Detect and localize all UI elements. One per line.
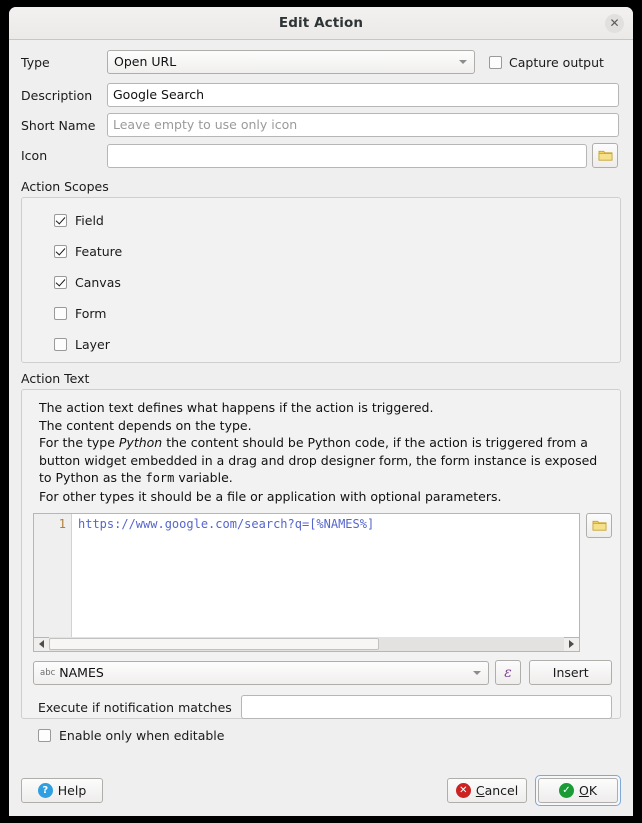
type-combobox-value: Open URL [114,54,177,69]
cancel-icon: ✕ [455,782,471,798]
scope-item-field[interactable]: Field [54,209,620,231]
short-name-label: Short Name [21,117,96,133]
chevron-down-icon [472,670,481,675]
icon-row: Icon [21,143,621,168]
dialog-title: Edit Action [278,15,364,31]
scope-label-layer: Layer [75,336,110,352]
capture-output-label: Capture output [509,54,604,70]
capture-output-checkbox[interactable] [489,55,502,69]
editor-row: 1 https://www.google.com/search?q=[%NAME… [22,513,620,652]
scope-item-feature[interactable]: Feature [54,240,620,262]
cancel-button[interactable]: ✕ Cancel [447,777,527,803]
field-combobox[interactable]: abc NAMES [33,660,489,685]
insert-button[interactable]: Insert [529,660,612,685]
type-row: Type Open URL Capture output [21,50,621,74]
action-scopes-section: Action Scopes Field Feature Canvas Form [21,179,621,363]
enable-editable-checkbox[interactable] [38,729,51,742]
dialog-footer: ? Help ✕ Cancel ✓ OK [21,774,621,806]
enable-editable-label: Enable only when editable [59,728,225,743]
type-label: Type [21,54,50,70]
enable-editable-row[interactable]: Enable only when editable [22,719,620,743]
ok-button-label: OK [578,782,598,798]
editor-code-text[interactable]: https://www.google.com/search?q=[%NAMES%… [72,514,579,637]
action-scopes-group: Field Feature Canvas Form Layer [21,197,621,363]
scope-item-form[interactable]: Form [54,302,620,324]
description-row: Description Google Search [21,83,621,107]
scroll-right-icon[interactable] [564,637,579,651]
description-label: Description [21,87,93,103]
icon-browse-button[interactable] [592,143,618,168]
dialog-content: Type Open URL Capture output Description… [9,40,633,816]
help-line-3a: For the type [39,435,119,450]
help-icon: ? [37,782,53,798]
edit-action-dialog: Edit Action ✕ Type Open URL Capture outp… [9,7,633,816]
ok-button-focus-ring: ✓ OK [535,774,621,806]
field-type-badge: abc [40,667,56,678]
scope-checkbox-layer[interactable] [54,337,67,351]
action-text-group: The action text defines what happens if … [21,389,621,743]
ok-button[interactable]: ✓ OK [538,777,618,803]
field-combobox-value: NAMES [59,664,104,680]
insert-button-label: Insert [552,665,589,680]
folder-icon [592,520,606,531]
field-picker-row: abc NAMES ɛ Insert [22,652,620,685]
notification-input[interactable] [240,695,612,719]
cancel-button-label: Cancel [475,782,519,798]
close-icon[interactable]: ✕ [605,14,624,33]
chevron-down-icon [459,60,467,64]
scope-item-canvas[interactable]: Canvas [54,271,620,293]
scrollbar-thumb[interactable] [49,638,379,650]
help-button-label: Help [57,782,87,798]
scope-checkbox-canvas[interactable] [54,275,67,289]
scope-checkbox-field[interactable] [54,213,67,227]
ok-icon: ✓ [558,782,574,798]
expression-builder-button[interactable]: ɛ [494,660,522,685]
description-input[interactable]: Google Search [107,83,619,107]
scrollbar-track[interactable] [49,637,564,651]
notification-label: Execute if notification matches [38,699,232,715]
icon-label: Icon [21,148,48,163]
action-text-section: Action Text The action text defines what… [21,371,621,743]
scope-label-form: Form [75,305,107,321]
epsilon-icon: ɛ [504,664,512,681]
scope-checkbox-form[interactable] [54,306,67,320]
action-scopes-title: Action Scopes [21,179,109,194]
action-text-title: Action Text [21,371,90,386]
scroll-left-icon[interactable] [34,637,49,651]
help-form-code: form [145,471,175,485]
type-combobox[interactable]: Open URL [107,50,475,74]
scope-label-canvas: Canvas [75,274,121,290]
code-editor[interactable]: 1 https://www.google.com/search?q=[%NAME… [33,513,580,638]
title-bar: Edit Action ✕ [9,7,633,40]
icon-path-input[interactable] [107,143,587,168]
scope-label-field: Field [75,212,104,228]
action-text-help: The action text defines what happens if … [22,390,620,513]
editor-line-numbers: 1 [34,514,72,637]
action-text-browse-button[interactable] [586,513,612,538]
scope-item-layer[interactable]: Layer [54,333,620,355]
folder-icon [598,150,612,161]
scope-label-feature: Feature [75,243,123,259]
help-line-4: For other types it should be a file or a… [39,488,502,504]
scope-checkbox-feature[interactable] [54,244,67,258]
notification-row: Execute if notification matches [22,685,620,719]
short-name-input[interactable]: Leave empty to use only icon [107,113,619,137]
help-line-3c: variable. [174,470,233,485]
help-button[interactable]: ? Help [21,777,103,803]
help-line-3: For the type Python the content should b… [39,434,606,488]
help-line-2: The content depends on the type. [39,417,252,433]
help-line-1: The action text defines what happens if … [39,400,434,415]
help-python-emphasis: Python [118,435,163,450]
editor-horizontal-scrollbar[interactable] [33,637,580,652]
short-name-row: Short Name Leave empty to use only icon [21,113,621,137]
